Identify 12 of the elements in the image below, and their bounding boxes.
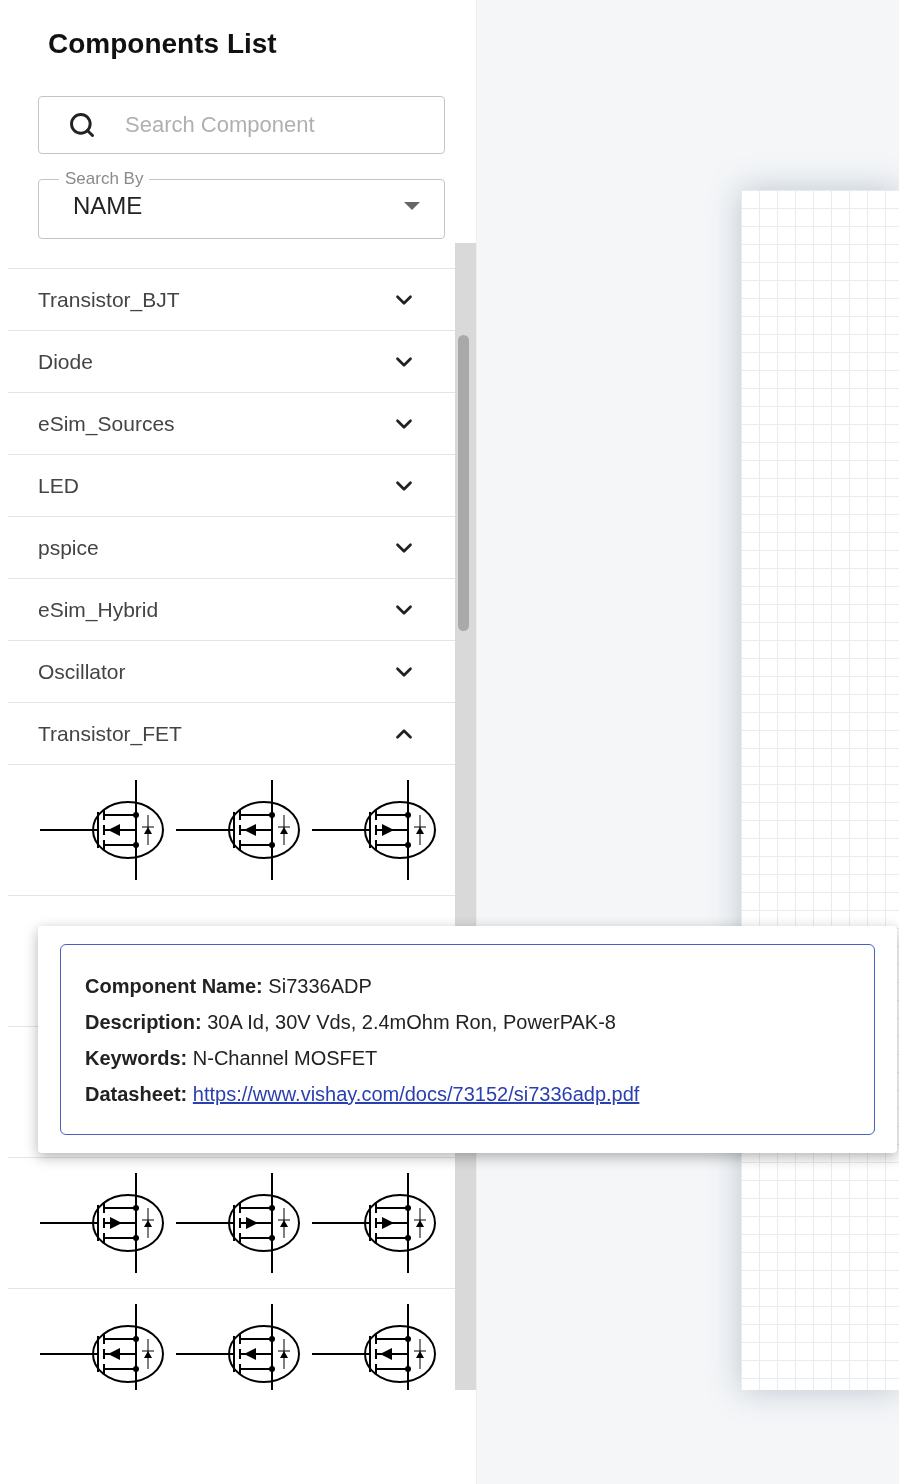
dropdown-caret-icon: [404, 202, 420, 210]
search-field[interactable]: Search Component: [38, 96, 445, 154]
tooltip-line: Description: 30A Id, 30V Vds, 2.4mOhm Ron, PowerPAK-8: [85, 1009, 617, 1035]
tooltip-line: Datasheet: https://www.vishay.com/docs/73152/si7336adp.pdf: [85, 1081, 641, 1107]
search-by-select[interactable]: Search By NAME: [38, 170, 445, 239]
tooltip-line: Component Name: Si7336ADP: [85, 973, 373, 999]
search-icon: [68, 111, 96, 139]
scrollbar-thumb[interactable]: [458, 335, 469, 631]
datasheet-link[interactable]: https://www.vishay.com/docs/73152/si7336adp.pdf: [192, 1082, 640, 1105]
panel-title: Components List: [48, 27, 278, 61]
tooltip-line: Keywords: N-Channel MOSFET: [85, 1045, 379, 1071]
select-label: Search By: [64, 170, 145, 188]
